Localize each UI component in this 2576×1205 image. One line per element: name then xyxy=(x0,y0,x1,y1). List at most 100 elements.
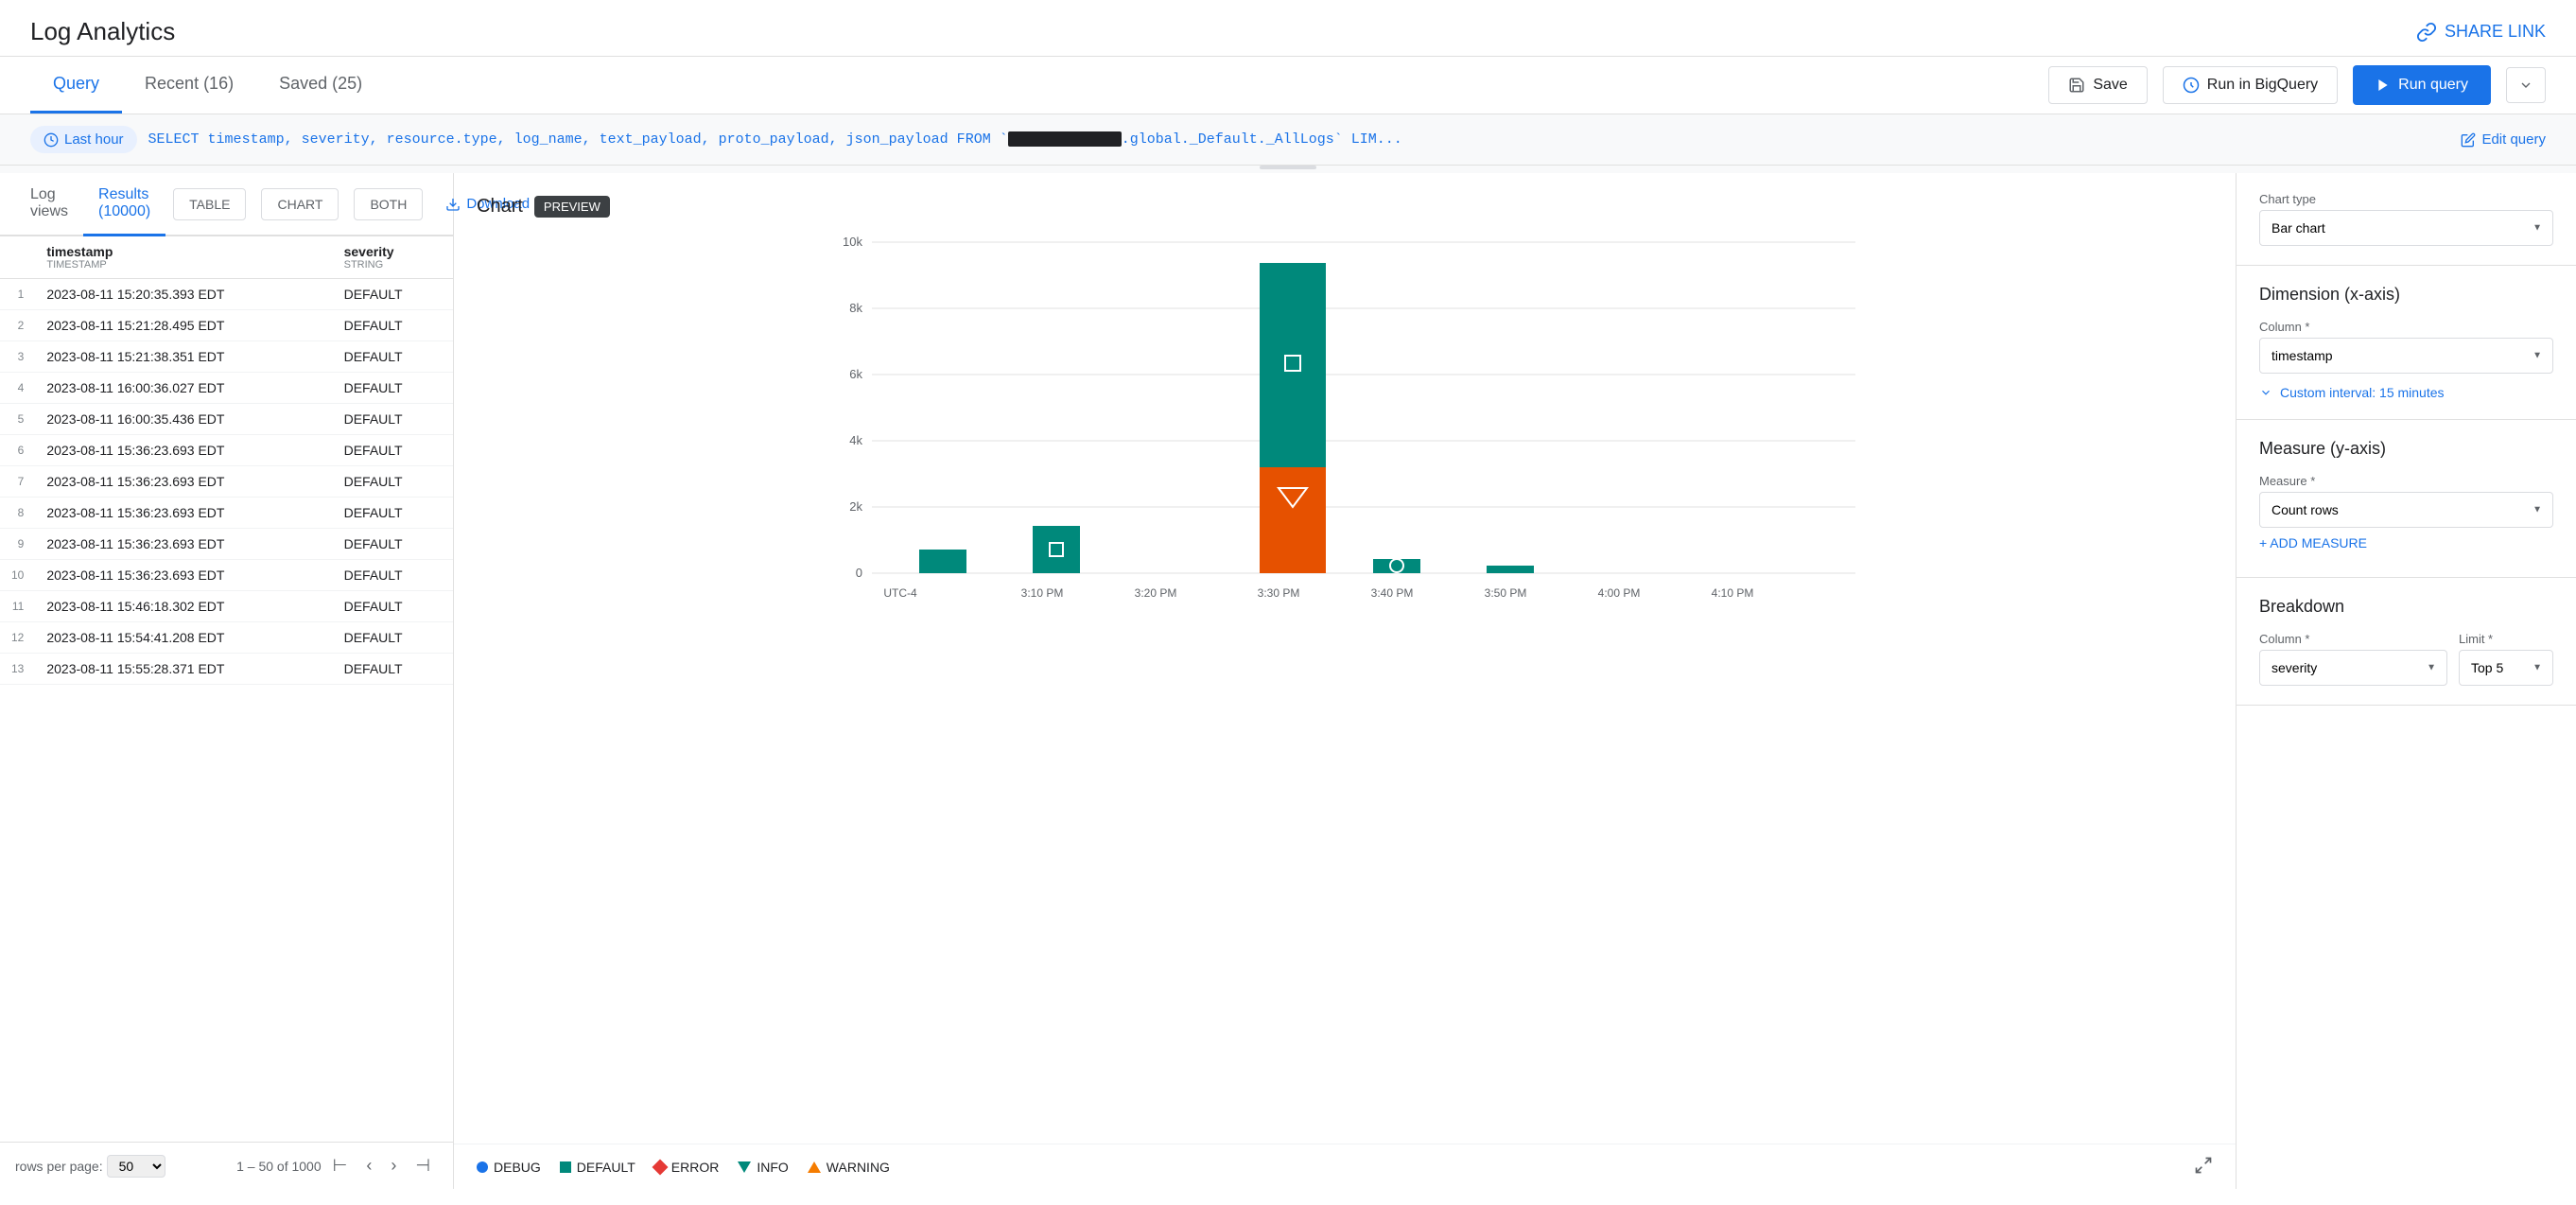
custom-interval-toggle[interactable]: Custom interval: 15 minutes xyxy=(2259,385,2553,400)
run-bigquery-label: Run in BigQuery xyxy=(2207,77,2318,94)
row-number: 12 xyxy=(0,622,35,654)
row-timestamp: 2023-08-11 15:21:28.495 EDT xyxy=(35,310,332,341)
table-row[interactable]: 10 2023-08-11 15:36:23.693 EDT DEFAULT xyxy=(0,560,453,591)
query-bar: Last hour SELECT timestamp, severity, re… xyxy=(0,114,2576,166)
svg-text:6k: 6k xyxy=(849,367,862,381)
svg-text:3:30 PM: 3:30 PM xyxy=(1258,586,1300,600)
tab-log-views[interactable]: Log views xyxy=(15,173,83,236)
main-tab-bar: Query Recent (16) Saved (25) Save Run in… xyxy=(0,57,2576,114)
table-row[interactable]: 4 2023-08-11 16:00:36.027 EDT DEFAULT xyxy=(0,373,453,404)
table-row[interactable]: 9 2023-08-11 15:36:23.693 EDT DEFAULT xyxy=(0,529,453,560)
breakdown-limit-col: Limit * Top 5 Top 10 Top 20 xyxy=(2459,632,2553,686)
breakdown-column-select[interactable]: severity resource.type log_name xyxy=(2259,650,2447,686)
row-timestamp: 2023-08-11 15:55:28.371 EDT xyxy=(35,654,332,685)
table-row[interactable]: 8 2023-08-11 15:36:23.693 EDT DEFAULT xyxy=(0,498,453,529)
bar-350[interactable] xyxy=(1487,566,1534,573)
row-severity: DEFAULT xyxy=(333,560,453,591)
page-info: 1 – 50 of 1000 xyxy=(236,1159,322,1174)
row-number: 2 xyxy=(0,310,35,341)
chart-type-section: Chart type Bar chart Line chart Pie char… xyxy=(2237,173,2576,266)
save-icon xyxy=(2068,77,2085,94)
prev-page-button[interactable]: ‹ xyxy=(358,1152,379,1179)
breakdown-limit-label: Limit * xyxy=(2459,632,2553,646)
row-number: 4 xyxy=(0,373,35,404)
share-link-label: SHARE LINK xyxy=(2445,22,2546,42)
custom-interval-label: Custom interval: 15 minutes xyxy=(2280,385,2445,400)
dimension-column-select[interactable]: timestamp severity xyxy=(2259,338,2553,374)
first-page-button[interactable]: ⊢ xyxy=(325,1152,356,1179)
display-tab-table[interactable]: TABLE xyxy=(173,188,246,220)
run-query-button[interactable]: Run query xyxy=(2353,65,2491,105)
row-number: 13 xyxy=(0,654,35,685)
table-row[interactable]: 12 2023-08-11 15:54:41.208 EDT DEFAULT xyxy=(0,622,453,654)
table-row[interactable]: 2 2023-08-11 15:21:28.495 EDT DEFAULT xyxy=(0,310,453,341)
add-measure-button[interactable]: + ADD MEASURE xyxy=(2259,528,2367,558)
bar-330-orange[interactable] xyxy=(1260,467,1326,573)
table-row[interactable]: 13 2023-08-11 15:55:28.371 EDT DEFAULT xyxy=(0,654,453,685)
bar-340[interactable] xyxy=(1373,559,1420,573)
measure-section: Measure (y-axis) Measure * Count rows Su… xyxy=(2237,420,2576,578)
row-severity: DEFAULT xyxy=(333,654,453,685)
row-number: 10 xyxy=(0,560,35,591)
breakdown-limit-wrapper: Top 5 Top 10 Top 20 xyxy=(2459,650,2553,686)
table-row[interactable]: 5 2023-08-11 16:00:35.436 EDT DEFAULT xyxy=(0,404,453,435)
bar-utc4[interactable] xyxy=(919,550,966,573)
svg-text:4:00 PM: 4:00 PM xyxy=(1598,586,1641,600)
chevron-down-icon xyxy=(2259,386,2272,399)
breakdown-section: Breakdown Column * severity resource.typ… xyxy=(2237,578,2576,706)
table-row[interactable]: 7 2023-08-11 15:36:23.693 EDT DEFAULT xyxy=(0,466,453,498)
display-tab-both[interactable]: BOTH xyxy=(354,188,423,220)
row-timestamp: 2023-08-11 15:36:23.693 EDT xyxy=(35,435,332,466)
tab-results[interactable]: Results (10000) xyxy=(83,173,165,236)
bar-330-teal[interactable] xyxy=(1260,263,1326,467)
save-label: Save xyxy=(2093,77,2127,94)
breakdown-column-wrapper: severity resource.type log_name xyxy=(2259,650,2447,686)
bar-310[interactable] xyxy=(1033,526,1080,573)
dimension-title: Dimension (x-axis) xyxy=(2259,285,2553,305)
chart-type-select[interactable]: Bar chart Line chart Pie chart xyxy=(2259,210,2553,246)
time-chip[interactable]: Last hour xyxy=(30,126,137,153)
chart-svg-container: 10k 8k 6k 4k 2k 0 xyxy=(477,233,2213,630)
rows-per-page-label: rows per page: xyxy=(15,1159,103,1174)
legend-info: INFO xyxy=(738,1160,788,1175)
left-panel: Log views Results (10000) TABLE CHART BO… xyxy=(0,173,454,1189)
chart-svg: 10k 8k 6k 4k 2k 0 xyxy=(477,233,2213,630)
legend-error-label: ERROR xyxy=(671,1160,720,1175)
redacted-project xyxy=(1008,131,1122,147)
table-row[interactable]: 1 2023-08-11 15:20:35.393 EDT DEFAULT xyxy=(0,279,453,310)
chart-legend: DEBUG DEFAULT ERROR INFO WARNING xyxy=(454,1144,2236,1189)
row-severity: DEFAULT xyxy=(333,466,453,498)
edit-query-button[interactable]: Edit query xyxy=(2461,131,2546,148)
next-page-button[interactable]: › xyxy=(383,1152,404,1179)
pagination-bar: rows per page: 50 100 200 1 – 50 of 1000… xyxy=(0,1142,453,1189)
drag-handle[interactable] xyxy=(1260,166,1316,169)
row-number: 7 xyxy=(0,466,35,498)
legend-default-label: DEFAULT xyxy=(577,1160,635,1175)
more-options-button[interactable] xyxy=(2506,67,2546,103)
svg-text:3:10 PM: 3:10 PM xyxy=(1021,586,1064,600)
row-timestamp: 2023-08-11 15:20:35.393 EDT xyxy=(35,279,332,310)
table-row[interactable]: 6 2023-08-11 15:36:23.693 EDT DEFAULT xyxy=(0,435,453,466)
last-page-button[interactable]: ⊣ xyxy=(408,1152,438,1179)
row-timestamp: 2023-08-11 16:00:35.436 EDT xyxy=(35,404,332,435)
measure-select[interactable]: Count rows Sum Average xyxy=(2259,492,2553,528)
chart-expand-button[interactable] xyxy=(2194,1156,2213,1178)
col-severity: severity STRING xyxy=(333,236,453,279)
breakdown-limit-select[interactable]: Top 5 Top 10 Top 20 xyxy=(2459,650,2553,686)
tab-query[interactable]: Query xyxy=(30,57,122,114)
table-row[interactable]: 3 2023-08-11 15:21:38.351 EDT DEFAULT xyxy=(0,341,453,373)
run-bigquery-button[interactable]: Run in BigQuery xyxy=(2163,66,2338,104)
row-severity: DEFAULT xyxy=(333,279,453,310)
svg-text:10k: 10k xyxy=(843,235,862,249)
svg-text:3:50 PM: 3:50 PM xyxy=(1485,586,1527,600)
tab-recent[interactable]: Recent (16) xyxy=(122,57,256,114)
row-number: 1 xyxy=(0,279,35,310)
tab-saved[interactable]: Saved (25) xyxy=(256,57,385,114)
rows-per-page-select[interactable]: 50 100 200 xyxy=(107,1155,165,1178)
display-tab-chart[interactable]: CHART xyxy=(261,188,339,220)
chart-label: Chart xyxy=(477,196,523,218)
share-link-button[interactable]: SHARE LINK xyxy=(2416,22,2546,43)
save-button[interactable]: Save xyxy=(2048,66,2147,104)
table-row[interactable]: 11 2023-08-11 15:46:18.302 EDT DEFAULT xyxy=(0,591,453,622)
svg-text:4k: 4k xyxy=(849,433,862,447)
